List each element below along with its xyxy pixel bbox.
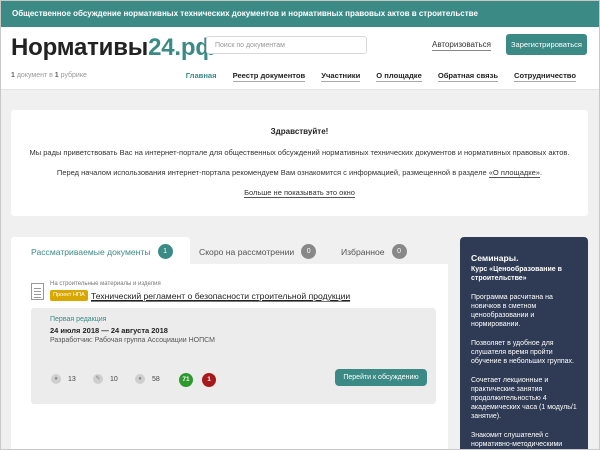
nav-item-home[interactable]: Главная — [186, 71, 217, 82]
search-input[interactable] — [206, 36, 367, 54]
nav-item-participants[interactable]: Участники — [321, 71, 361, 82]
pencil-icon: ✎ — [93, 374, 103, 385]
logo-text: Нормативы — [11, 34, 149, 61]
main-nav: Главная Реестр документов Участники О пл… — [170, 71, 576, 82]
user-icon: ● — [51, 374, 61, 385]
seminar-text-4: Знакомит слушателей с нормативно-методич… — [471, 432, 563, 448]
header-divider — [0, 89, 600, 90]
document-category: На строительные материалы и изделия — [50, 281, 161, 287]
login-link[interactable]: Авторизоваться — [432, 40, 491, 51]
about-link[interactable]: «О площадке» — [488, 168, 540, 178]
document-count: 1 документ в 1 рубрике — [11, 72, 87, 79]
edition-dates: 24 июля 2018 — 24 августа 2018 — [50, 326, 168, 335]
document-title-link[interactable]: Технический регламент о безопасности стр… — [91, 291, 351, 302]
comments-stat: ✎ 10 — [93, 373, 118, 387]
top-banner-text: Общественное обсуждение нормативных техн… — [12, 9, 478, 18]
welcome-panel: Здравствуйте! Мы рады приветствовать Вас… — [11, 110, 588, 216]
participants-stat: ● 13 — [51, 373, 76, 387]
nav-item-about[interactable]: О площадке — [376, 71, 422, 82]
nav-item-cooperation[interactable]: Сотрудничество — [514, 71, 576, 82]
seminar-sidebar[interactable]: Семинары. Курс «Ценообразование в строит… — [460, 237, 588, 450]
seminar-text-2: Позволяет в удобное для слушателя время … — [471, 340, 574, 365]
welcome-text: Мы рады приветствовать Вас на интернет-п… — [29, 148, 570, 157]
nav-item-feedback[interactable]: Обратная связь — [437, 71, 499, 82]
tab-label: Скоро на рассмотрении — [199, 246, 295, 257]
seminar-title: Семинары. — [471, 253, 519, 263]
views-stat: ● 58 — [135, 373, 160, 387]
site-header: Нормативы24.рф Авторизоваться Зарегистри… — [0, 27, 600, 89]
negative-count-badge: 1 — [202, 373, 216, 387]
seminar-text-3: Сочетает лекционные и практические занят… — [471, 377, 577, 420]
document-icon — [31, 283, 44, 300]
tab-upcoming[interactable]: Скоро на рассмотрении 0 — [199, 237, 317, 264]
edition-label: Первая редакция — [50, 316, 107, 323]
count-badge: 0 — [391, 244, 407, 259]
seminar-subtitle: Курс «Ценообразование в строительстве» — [471, 266, 562, 282]
document-type-badge: Проект НПА — [50, 290, 88, 301]
hide-welcome-link[interactable]: Больше не показывать это окно — [244, 188, 355, 198]
document-tabs: Рассматриваемые документы 1 Скоро на расс… — [11, 237, 448, 264]
top-banner: Общественное обсуждение нормативных техн… — [0, 0, 600, 27]
seminar-text-1: Программа расчитана на новичков в сметно… — [471, 294, 553, 328]
tab-label: Рассматриваемые документы — [31, 246, 151, 257]
nav-item-registry[interactable]: Реестр документов — [232, 71, 306, 82]
edition-developer: Разработчик: Рабочая группа Ассоциации Н… — [50, 337, 215, 344]
tab-content: На строительные материалы и изделия Прое… — [11, 264, 448, 450]
tab-favorites[interactable]: Избранное 0 — [341, 237, 407, 264]
register-button[interactable]: Зарегистрироваться — [506, 34, 587, 55]
count-badge: 1 — [157, 244, 173, 259]
positive-count-badge: 71 — [179, 373, 193, 387]
welcome-about-text: Перед началом использования интернет-пор… — [56, 168, 543, 178]
hide-welcome: Больше не показывать это окно — [11, 188, 588, 198]
tab-label: Избранное — [341, 246, 385, 257]
tab-under-review[interactable]: Рассматриваемые документы 1 — [11, 237, 190, 264]
welcome-title: Здравствуйте! — [270, 127, 329, 136]
edition-card: Первая редакция 24 июля 2018 — 24 август… — [31, 308, 436, 404]
site-logo[interactable]: Нормативы24.рф — [11, 34, 216, 62]
documents-panel: Рассматриваемые документы 1 Скоро на расс… — [11, 237, 448, 450]
eye-icon: ● — [135, 374, 145, 385]
count-badge: 0 — [301, 244, 317, 259]
go-to-discussion-button[interactable]: Перейти к обсуждению — [335, 369, 427, 386]
